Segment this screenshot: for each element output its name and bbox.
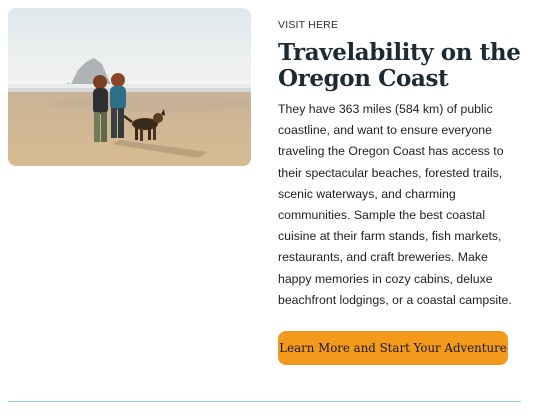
eyebrow-label: VISIT HERE [278, 19, 339, 31]
learn-more-button[interactable]: Learn More and Start Your Adventure [278, 331, 508, 365]
card-description: They have 363 miles (584 km) of public c… [278, 102, 512, 307]
beach-photo-illustration [8, 8, 251, 166]
card-content: VISIT HERE Travelability on the Oregon C… [278, 18, 528, 311]
beach-photo [8, 8, 251, 166]
card-title: Travelability on the Oregon Coast [278, 39, 521, 92]
section-divider [8, 401, 521, 402]
